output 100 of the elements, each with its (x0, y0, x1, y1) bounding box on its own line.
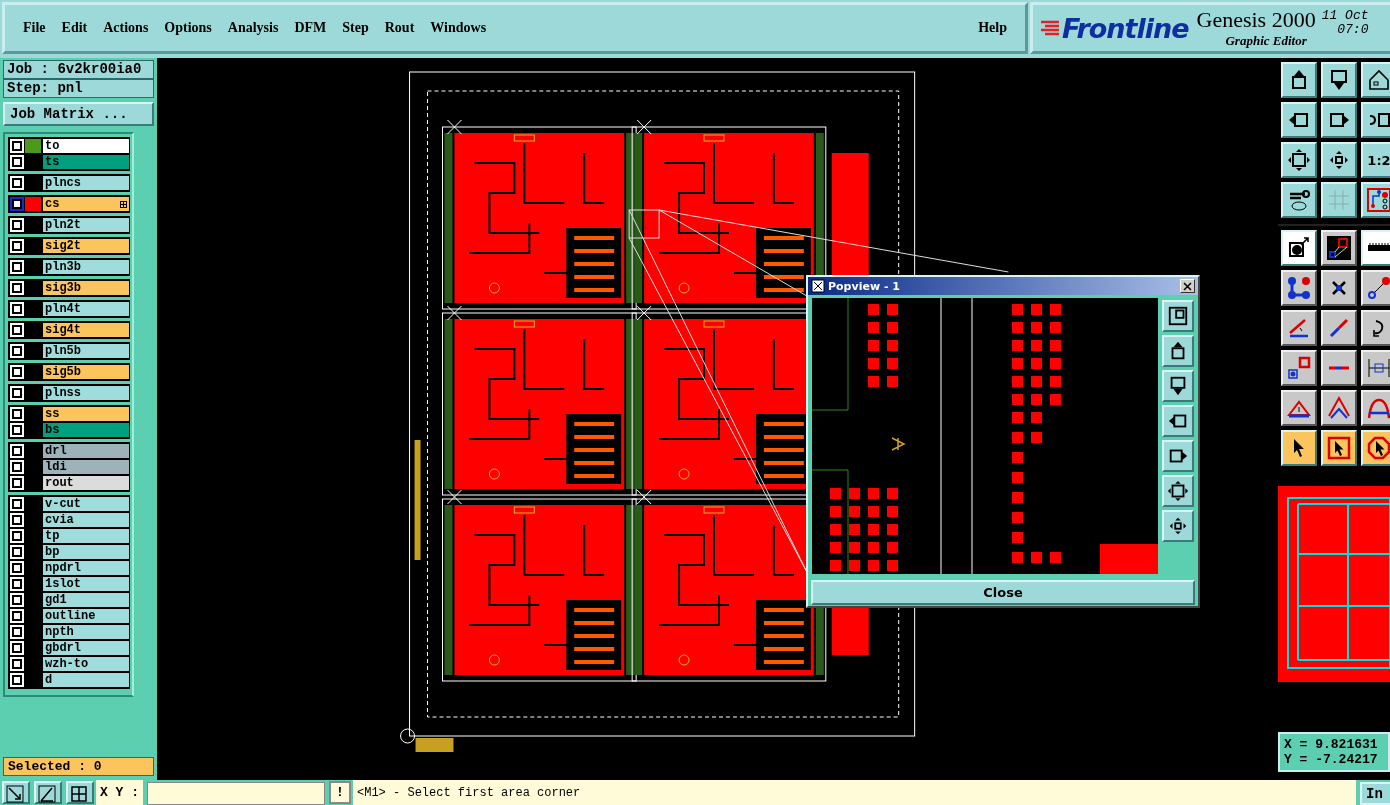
grid-icon[interactable] (66, 781, 94, 804)
zoom-ratio-button[interactable]: 1:2 (1361, 142, 1390, 178)
layer-name[interactable]: sig2t (43, 239, 129, 253)
layer-row[interactable]: sig5b (9, 364, 129, 380)
layer-name[interactable]: npth (43, 625, 129, 639)
area-icon[interactable] (1321, 230, 1357, 266)
layer-name[interactable]: d (43, 673, 129, 687)
box-arrow-left-icon[interactable] (1162, 405, 1194, 437)
zoom-fit-icon[interactable] (1162, 475, 1194, 507)
menu-item[interactable]: Help (970, 20, 1015, 36)
layer-name[interactable]: sig3b (43, 281, 129, 295)
menu-item[interactable]: Windows (422, 20, 495, 36)
layer-name[interactable]: sig4t (43, 323, 129, 337)
layer-row[interactable]: outline (9, 608, 129, 624)
xy-input-field[interactable] (147, 782, 325, 805)
layer-name[interactable]: cs (43, 197, 129, 211)
layer-name[interactable]: ss (43, 407, 129, 421)
nodes-icon[interactable] (1281, 270, 1317, 306)
box-arrow-left-icon[interactable] (1281, 102, 1317, 138)
layer-name[interactable]: gbdrl (43, 641, 129, 655)
layer-name[interactable]: pln4t (43, 302, 129, 316)
angle-icon[interactable] (34, 781, 62, 804)
layer-row[interactable]: ss (9, 406, 129, 422)
layer-name[interactable]: wzh-to (43, 657, 129, 671)
in-button[interactable]: In (1360, 782, 1390, 805)
menu-item[interactable]: Edit (53, 20, 96, 36)
layer-row[interactable]: sig4t (9, 322, 129, 338)
ruler-icon[interactable] (1361, 230, 1390, 266)
zoom-center-icon[interactable] (1321, 142, 1357, 178)
layer-row[interactable]: pln4t (9, 301, 129, 317)
layer-name[interactable]: npdrl (43, 561, 129, 575)
layer-name[interactable]: v-cut (43, 497, 129, 511)
box-arrow-right-icon[interactable] (1321, 102, 1357, 138)
point-link-icon[interactable] (1361, 270, 1390, 306)
close-button[interactable]: Close (811, 580, 1195, 605)
zoom-box-icon[interactable] (1162, 300, 1194, 332)
layer-name[interactable]: pln3b (43, 260, 129, 274)
layer-name[interactable]: plncs (43, 176, 129, 190)
layer-row[interactable]: gbdrl (9, 640, 129, 656)
layer-row[interactable]: npdrl (9, 560, 129, 576)
menu-item[interactable]: Actions (95, 20, 157, 36)
layer-name[interactable]: plnss (43, 386, 129, 400)
layer-row[interactable]: sig2t (9, 238, 129, 254)
box-arrow-up-icon[interactable] (1281, 62, 1317, 98)
circuit-icon[interactable] (1361, 182, 1390, 218)
layer-row[interactable]: 1slot (9, 576, 129, 592)
layer-name[interactable]: bs (43, 423, 129, 437)
undo-box-icon[interactable] (1361, 102, 1390, 138)
execute-button[interactable]: ! (329, 781, 351, 804)
layer-name[interactable]: pln2t (43, 218, 129, 232)
layer-name[interactable]: cvia (43, 513, 129, 527)
layer-row[interactable]: wzh-to (9, 656, 129, 672)
menu-item[interactable]: Rout (376, 20, 423, 36)
menu-item[interactable]: File (15, 20, 54, 36)
layer-name[interactable]: drl (43, 444, 129, 458)
layer-name[interactable]: pln5b (43, 344, 129, 358)
tools-icon[interactable] (1281, 182, 1317, 218)
pointer-box-icon[interactable] (1321, 430, 1357, 466)
layer-row[interactable]: tp (9, 528, 129, 544)
box-arrow-right-icon[interactable] (1162, 440, 1194, 472)
layer-row[interactable]: cvia (9, 512, 129, 528)
pad-link-icon[interactable] (1281, 350, 1317, 386)
dimension-icon[interactable] (1361, 350, 1390, 386)
layer-name[interactable]: bp (43, 545, 129, 559)
job-matrix-button[interactable]: Job Matrix ... (3, 102, 154, 126)
layer-row[interactable]: to (9, 138, 129, 154)
box-arrow-up-icon[interactable] (1162, 335, 1194, 367)
layer-name[interactable]: outline (43, 609, 129, 623)
layer-row[interactable]: d (9, 672, 129, 688)
layer-name[interactable]: ldi (43, 460, 129, 474)
layer-name[interactable]: to (43, 139, 129, 153)
layer-row[interactable]: cs (9, 196, 129, 212)
menu-item[interactable]: Options (156, 20, 220, 36)
zoom-fit-icon[interactable] (1281, 142, 1317, 178)
layer-name[interactable]: tp (43, 529, 129, 543)
segment-icon[interactable] (1321, 350, 1357, 386)
layer-row[interactable]: npth (9, 624, 129, 640)
arch-icon[interactable] (1361, 390, 1390, 426)
layer-checkbox[interactable] (10, 197, 24, 211)
layer-name[interactable]: gd1 (43, 593, 129, 607)
layer-name[interactable]: sig5b (43, 365, 129, 379)
layer-row[interactable]: pln5b (9, 343, 129, 359)
box-arrow-down-icon[interactable] (1321, 62, 1357, 98)
layer-row[interactable]: plncs (9, 175, 129, 191)
zoom-center-icon[interactable] (1162, 510, 1194, 542)
layer-row[interactable]: ts (9, 154, 129, 170)
layer-row[interactable]: bp (9, 544, 129, 560)
layer-row[interactable]: plnss (9, 385, 129, 401)
close-button[interactable] (1180, 279, 1195, 293)
rotate-icon[interactable] (1361, 310, 1390, 346)
layer-color-swatch[interactable] (25, 139, 41, 153)
menu-item[interactable]: DFM (286, 20, 335, 36)
layer-row[interactable]: pln2t (9, 217, 129, 233)
cross-icon[interactable] (1321, 270, 1357, 306)
home-icon[interactable] (1361, 62, 1390, 98)
chevron-icon[interactable] (1321, 390, 1357, 426)
layer-row[interactable]: rout (9, 475, 129, 491)
box-arrow-down-icon[interactable] (1162, 370, 1194, 402)
menu-item[interactable]: Step (334, 20, 377, 36)
layer-row[interactable]: gd1 (9, 592, 129, 608)
